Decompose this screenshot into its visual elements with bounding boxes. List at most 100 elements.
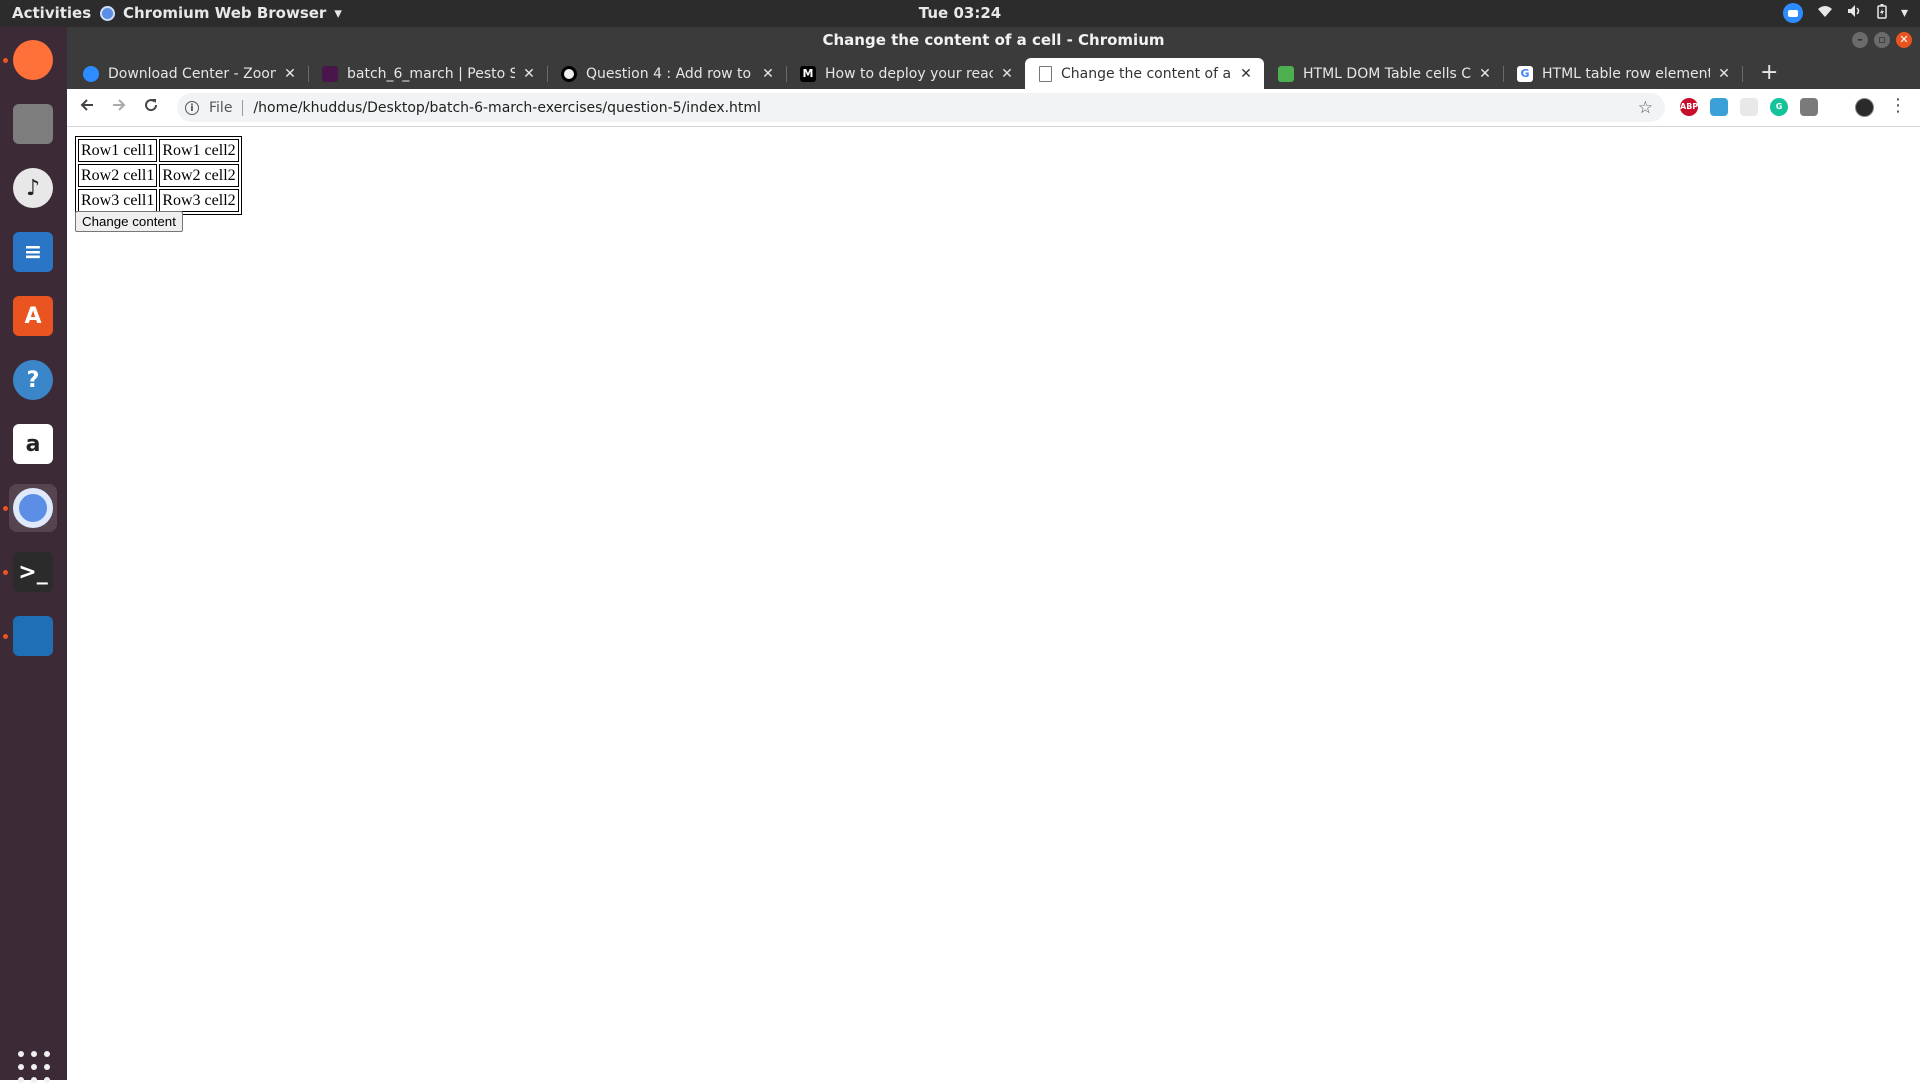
tab-label: Change the content of a cell [1061, 65, 1232, 82]
chromium-app-icon [100, 5, 115, 21]
table-cell: Row2 cell1 [78, 164, 158, 187]
github-icon [561, 65, 577, 82]
tab-7[interactable]: G HTML table row element - Google Search ✕ [1503, 58, 1743, 89]
table-cell: Row3 cell1 [78, 189, 158, 212]
table-row: Row2 cell1 Row2 cell2 [78, 164, 239, 187]
site-info-icon[interactable]: i [185, 100, 199, 115]
grammarly-icon[interactable]: G [1770, 98, 1788, 116]
tab-3[interactable]: Question 4 : Add row to table ✕ [547, 58, 787, 89]
zoom-tray-icon[interactable] [1782, 3, 1803, 23]
minimize-icon[interactable]: – [1852, 32, 1868, 48]
tab-6[interactable]: HTML DOM Table cells Collection ✕ [1264, 58, 1504, 89]
extension-pen-icon[interactable] [1800, 98, 1818, 116]
tab-label: HTML DOM Table cells Collection [1303, 65, 1471, 82]
running-indicator [3, 58, 8, 63]
wifi-icon [1817, 4, 1833, 22]
maximize-icon[interactable]: ▫ [1874, 32, 1890, 48]
tab-close-icon[interactable]: ✕ [760, 66, 776, 82]
system-menu-chevron-icon[interactable]: ▾ [1901, 5, 1908, 21]
app-menu[interactable]: Chromium Web Browser ▾ [100, 4, 342, 22]
browser-toolbar: i File /home/khuddus/Desktop/batch-6-mar… [67, 89, 1920, 127]
help-icon: ? [13, 360, 53, 400]
new-tab-icon[interactable]: + [1760, 60, 1778, 85]
firefox-icon [13, 40, 53, 80]
dock-item-amazon[interactable]: a [9, 420, 57, 468]
system-top-bar: Activities Chromium Web Browser ▾ Tue 03… [0, 0, 1920, 27]
reload-icon[interactable] [140, 96, 162, 118]
adblock-plus-icon[interactable]: ABP [1680, 98, 1698, 116]
tab-2[interactable]: batch_6_march | Pesto Student ✕ [308, 58, 548, 89]
software-icon: A [13, 296, 53, 336]
dock-item-vscode[interactable] [9, 612, 57, 660]
table-cell: Row3 cell2 [159, 189, 239, 212]
table-cell: Row1 cell1 [78, 139, 158, 162]
running-indicator [3, 634, 8, 639]
tab-close-icon[interactable]: ✕ [1477, 66, 1493, 82]
terminal-icon: >_ [13, 552, 53, 592]
extension-blank-icon[interactable] [1740, 98, 1758, 116]
tab-close-icon[interactable]: ✕ [1238, 66, 1254, 82]
tab-close-icon[interactable]: ✕ [282, 66, 298, 82]
tab-label: Download Center - Zoom [108, 65, 276, 82]
close-window-icon[interactable]: ✕ [1896, 32, 1912, 48]
tab-4[interactable]: M How to deploy your react app ✕ [786, 58, 1026, 89]
url-scheme-label: File [209, 99, 233, 116]
running-indicator [3, 506, 8, 511]
dock-item-terminal[interactable]: >_ [9, 548, 57, 596]
change-content-button[interactable]: Change content [75, 211, 183, 232]
tab-label: How to deploy your react app [825, 65, 993, 82]
profile-avatar[interactable] [1855, 98, 1874, 117]
vscode-icon [13, 616, 53, 656]
dock-item-firefox[interactable] [9, 36, 57, 84]
tab-label: HTML table row element - Google Search [1542, 65, 1710, 82]
cells-table: Row1 cell1 Row1 cell2 Row2 cell1 Row2 cell2… [75, 136, 242, 215]
bookmark-star-icon[interactable]: ☆ [1638, 98, 1653, 118]
zoom-icon [83, 65, 99, 82]
forward-icon[interactable] [108, 96, 130, 118]
tab-1[interactable]: Download Center - Zoom ✕ [69, 58, 309, 89]
kebab-menu-icon[interactable]: ⋮ [1889, 95, 1907, 116]
battery-icon [1877, 3, 1887, 23]
tab-close-icon[interactable]: ✕ [521, 66, 537, 82]
tab-5[interactable]: Change the content of a cell ✕ [1025, 58, 1264, 89]
dock-item-software[interactable]: A [9, 292, 57, 340]
table-row: Row3 cell1 Row3 cell2 [78, 189, 239, 212]
tab-close-icon[interactable]: ✕ [1716, 66, 1732, 82]
dock-item-writer[interactable]: ≡ [9, 228, 57, 276]
chromium-icon [13, 488, 53, 528]
document-icon [1039, 65, 1052, 82]
extension-blue-icon[interactable] [1710, 98, 1728, 116]
tab-close-icon[interactable]: ✕ [999, 66, 1015, 82]
extensions-area: ABP G [1680, 98, 1818, 116]
table-cell: Row1 cell2 [159, 139, 239, 162]
dock-item-files[interactable] [9, 100, 57, 148]
w3schools-icon [1278, 65, 1294, 82]
files-icon [13, 104, 53, 144]
window-title: Change the content of a cell - Chromium [822, 31, 1165, 49]
table-row: Row1 cell1 Row1 cell2 [78, 139, 239, 162]
dock-item-rhythmbox[interactable]: ♪ [9, 164, 57, 212]
url-text[interactable]: /home/khuddus/Desktop/batch-6-march-exer… [253, 100, 761, 116]
launcher-dock: ♪ ≡ A? a >_ [0, 27, 67, 1083]
system-tray[interactable]: ▾ [1782, 3, 1908, 23]
tab-separator [1742, 66, 1743, 82]
chevron-down-icon: ▾ [334, 4, 342, 22]
table-cell: Row2 cell2 [159, 164, 239, 187]
amazon-icon: a [13, 424, 53, 464]
running-indicator [3, 570, 8, 575]
tab-label: Question 4 : Add row to table [586, 65, 754, 82]
clock[interactable]: Tue 03:24 [919, 4, 1001, 22]
medium-icon: M [800, 65, 816, 82]
dock-item-chromium[interactable] [9, 484, 57, 532]
show-applications-icon[interactable] [18, 1051, 50, 1083]
volume-icon [1847, 4, 1863, 22]
rhythmbox-icon: ♪ [13, 168, 53, 208]
tab-label: batch_6_march | Pesto Student [347, 65, 515, 82]
window-title-bar[interactable]: Change the content of a cell - Chromium … [67, 27, 1920, 54]
omnibox-divider [242, 99, 244, 116]
dock-item-help[interactable]: ? [9, 356, 57, 404]
slack-icon [322, 65, 338, 82]
activities-button[interactable]: Activities [12, 4, 91, 22]
address-bar[interactable]: i File /home/khuddus/Desktop/batch-6-mar… [177, 93, 1665, 122]
back-icon[interactable] [76, 96, 98, 118]
